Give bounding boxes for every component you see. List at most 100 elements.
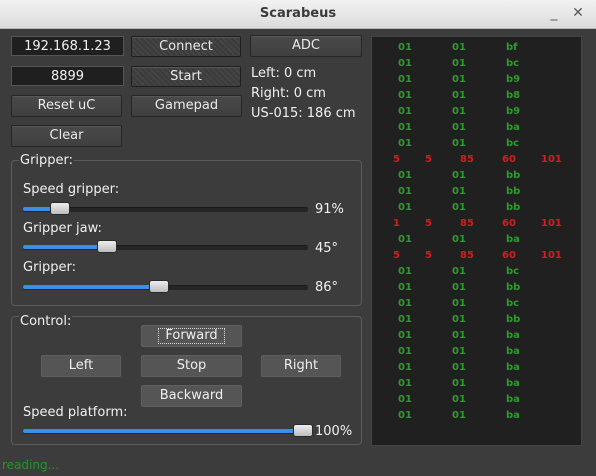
forward-button[interactable]: Forward — [141, 325, 242, 347]
console-cell: 01 — [398, 106, 412, 117]
reset-uc-button[interactable]: Reset uC — [11, 95, 122, 117]
gripper-group-title: Gripper: — [19, 153, 75, 168]
console-cell: 01 — [398, 282, 412, 293]
console-cell: ba — [506, 394, 520, 405]
console-line: 01 01 ba — [372, 120, 581, 136]
gripper-jaw-value: 45° — [315, 241, 339, 256]
connect-button[interactable]: Connect — [131, 36, 241, 57]
console-cell: 101 — [541, 218, 562, 229]
adc-button[interactable]: ADC — [250, 35, 362, 57]
console-cell: 01 — [398, 234, 412, 245]
console-cell: b8 — [506, 90, 521, 101]
console-cell: 01 — [452, 234, 466, 245]
console-cell: 5 — [425, 154, 432, 165]
console-cell: 01 — [452, 74, 466, 85]
speed-platform-handle[interactable] — [293, 424, 313, 437]
left-distance-label: Left: 0 cm — [251, 66, 317, 81]
console-cell: 01 — [452, 106, 466, 117]
backward-button[interactable]: Backward — [141, 385, 242, 407]
console-cell: 01 — [398, 346, 412, 357]
serial-console[interactable]: 01 01 bf 01 01 bc 01 01 b9 01 01 b8 01 01 b9 01 01 ba 01 01… — [371, 36, 582, 446]
console-cell: ba — [506, 362, 520, 373]
console-cell: 5 — [393, 250, 400, 261]
right-button[interactable]: Right — [261, 355, 341, 377]
gamepad-button[interactable]: Gamepad — [131, 95, 242, 117]
console-cell: 60 — [502, 154, 516, 165]
console-cell: 01 — [398, 298, 412, 309]
console-line: 5 5 85 60 101 — [372, 152, 581, 168]
console-cell: 01 — [398, 394, 412, 405]
speed-platform-slider[interactable] — [23, 424, 313, 437]
console-cell: ba — [506, 330, 520, 341]
console-cell: bc — [506, 298, 520, 309]
console-cell: 85 — [460, 218, 474, 229]
stop-button[interactable]: Stop — [141, 355, 242, 377]
right-distance-label: Right: 0 cm — [251, 86, 326, 101]
console-line: 01 01 bb — [372, 200, 581, 216]
console-line: 01 01 ba — [372, 392, 581, 408]
speed-platform-label: Speed platform: — [23, 405, 128, 420]
console-line: 5 5 85 60 101 — [372, 248, 581, 264]
console-cell: bb — [506, 170, 521, 181]
console-cell: 01 — [398, 170, 412, 181]
console-cell: 101 — [541, 250, 562, 261]
speed-gripper-slider[interactable] — [23, 202, 308, 215]
console-cell: 01 — [398, 138, 412, 149]
console-line: 01 01 bc — [372, 56, 581, 72]
gripper-angle-handle[interactable] — [149, 280, 169, 293]
console-cell: ba — [506, 234, 520, 245]
console-line: 01 01 ba — [372, 376, 581, 392]
clear-button[interactable]: Clear — [11, 125, 122, 147]
console-cell: b9 — [506, 74, 521, 85]
console-cell: 01 — [452, 42, 466, 53]
gripper-jaw-label: Gripper jaw: — [23, 221, 102, 236]
console-line: 01 01 bf — [372, 40, 581, 56]
console-cell: 01 — [398, 330, 412, 341]
console-cell: 85 — [460, 154, 474, 165]
console-cell: 01 — [452, 122, 466, 133]
minimize-icon[interactable]: _ — [545, 4, 563, 22]
left-button[interactable]: Left — [41, 355, 121, 377]
console-cell: bb — [506, 282, 521, 293]
start-button[interactable]: Start — [131, 66, 241, 87]
gripper-jaw-handle[interactable] — [97, 240, 117, 253]
gripper-angle-slider[interactable] — [23, 280, 308, 293]
console-cell: 85 — [460, 250, 474, 261]
gripper-jaw-slider[interactable] — [23, 240, 308, 253]
console-cell: ba — [506, 122, 520, 133]
console-line: 01 01 bb — [372, 312, 581, 328]
console-cell: 1 — [393, 218, 400, 229]
console-line: 01 01 b8 — [372, 88, 581, 104]
console-cell: bb — [506, 202, 521, 213]
speed-gripper-value: 91% — [315, 202, 344, 217]
console-cell: 01 — [452, 410, 466, 421]
console-cell: 01 — [452, 186, 466, 197]
speed-gripper-handle[interactable] — [50, 202, 70, 215]
console-line: 01 01 bc — [372, 264, 581, 280]
console-cell: 01 — [452, 282, 466, 293]
control-group-title: Control: — [19, 314, 73, 329]
console-cell: bc — [506, 266, 520, 277]
console-line: 01 01 b9 — [372, 104, 581, 120]
console-cell: 01 — [398, 266, 412, 277]
console-cell: 5 — [425, 250, 432, 261]
console-cell: bc — [506, 138, 520, 149]
console-cell: 01 — [452, 202, 466, 213]
close-icon[interactable]: ✕ — [569, 4, 587, 22]
title-bar: Scarabeus _ ✕ — [0, 0, 596, 29]
speed-platform-value: 100% — [315, 424, 353, 439]
port-field[interactable]: 8899 — [11, 66, 124, 86]
ip-address-field[interactable]: 192.168.1.23 — [11, 36, 124, 56]
console-cell: 01 — [452, 170, 466, 181]
console-cell: 01 — [452, 362, 466, 373]
console-cell: 01 — [452, 58, 466, 69]
console-cell: 60 — [502, 218, 516, 229]
console-line: 01 01 bb — [372, 184, 581, 200]
console-cell: 01 — [452, 346, 466, 357]
forward-button-label: Forward — [158, 328, 225, 344]
console-cell: ba — [506, 410, 520, 421]
console-cell: 60 — [502, 250, 516, 261]
console-cell: bb — [506, 314, 521, 325]
gripper-angle-label: Gripper: — [23, 260, 77, 275]
console-cell: bf — [506, 42, 518, 53]
